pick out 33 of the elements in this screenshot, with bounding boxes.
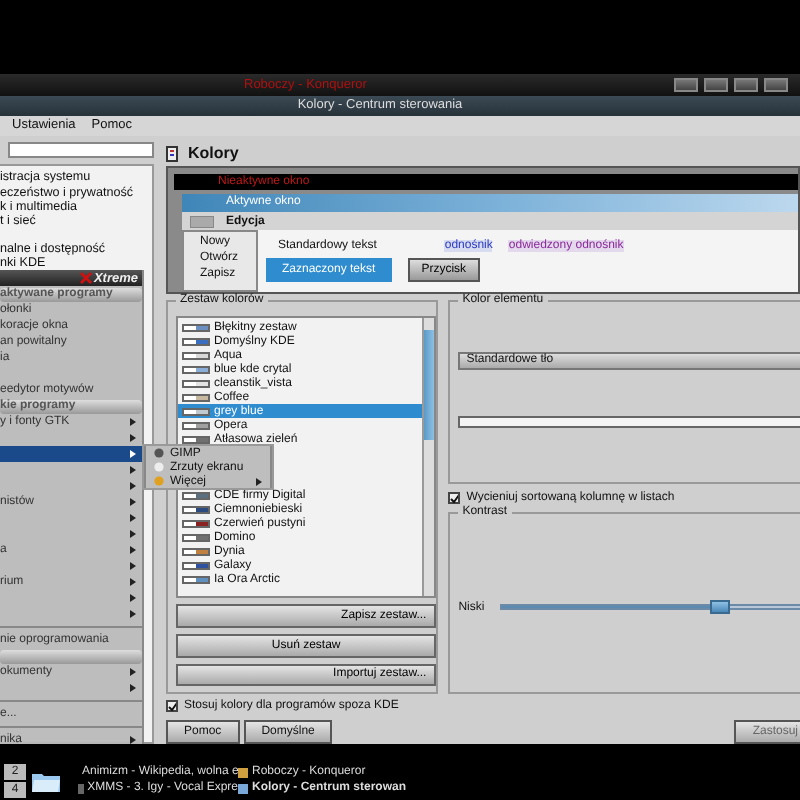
swatch-icon: [182, 421, 210, 430]
swatch-icon: [182, 323, 210, 332]
arrow-icon: [130, 736, 136, 744]
window-control-button[interactable]: [704, 77, 728, 92]
swatch-icon: [182, 575, 210, 584]
scrollbar[interactable]: [422, 318, 435, 596]
swatch-icon: [182, 351, 210, 360]
swatch-icon: [182, 379, 210, 388]
checkbox[interactable]: [166, 700, 178, 713]
swatch-icon: [182, 337, 210, 346]
swatch-icon: [182, 533, 210, 542]
contrast-slider[interactable]: [500, 604, 800, 611]
swatch-icon: [182, 561, 210, 570]
window-control-button[interactable]: [764, 77, 788, 92]
menu-section-header: [0, 649, 142, 663]
module-title: Kolory: [188, 144, 239, 163]
window-control-button[interactable]: [734, 77, 758, 92]
swatch-icon: [182, 547, 210, 556]
folder-icon[interactable]: [32, 769, 60, 792]
palette-icon: [166, 145, 178, 162]
window-control-button[interactable]: [674, 77, 698, 92]
color-button[interactable]: [458, 416, 800, 429]
x-logo-icon: [79, 272, 92, 284]
swatch-icon: [182, 393, 210, 402]
swatch-icon: [182, 519, 210, 528]
swatch-icon: [182, 407, 210, 416]
arrow-icon: [256, 477, 262, 485]
search-field[interactable]: [8, 142, 154, 159]
app-icon: [78, 783, 84, 794]
checkbox[interactable]: [448, 492, 461, 505]
slider-thumb[interactable]: [709, 600, 730, 615]
swatch-icon: [182, 365, 210, 374]
swatch-icon: [182, 505, 210, 514]
